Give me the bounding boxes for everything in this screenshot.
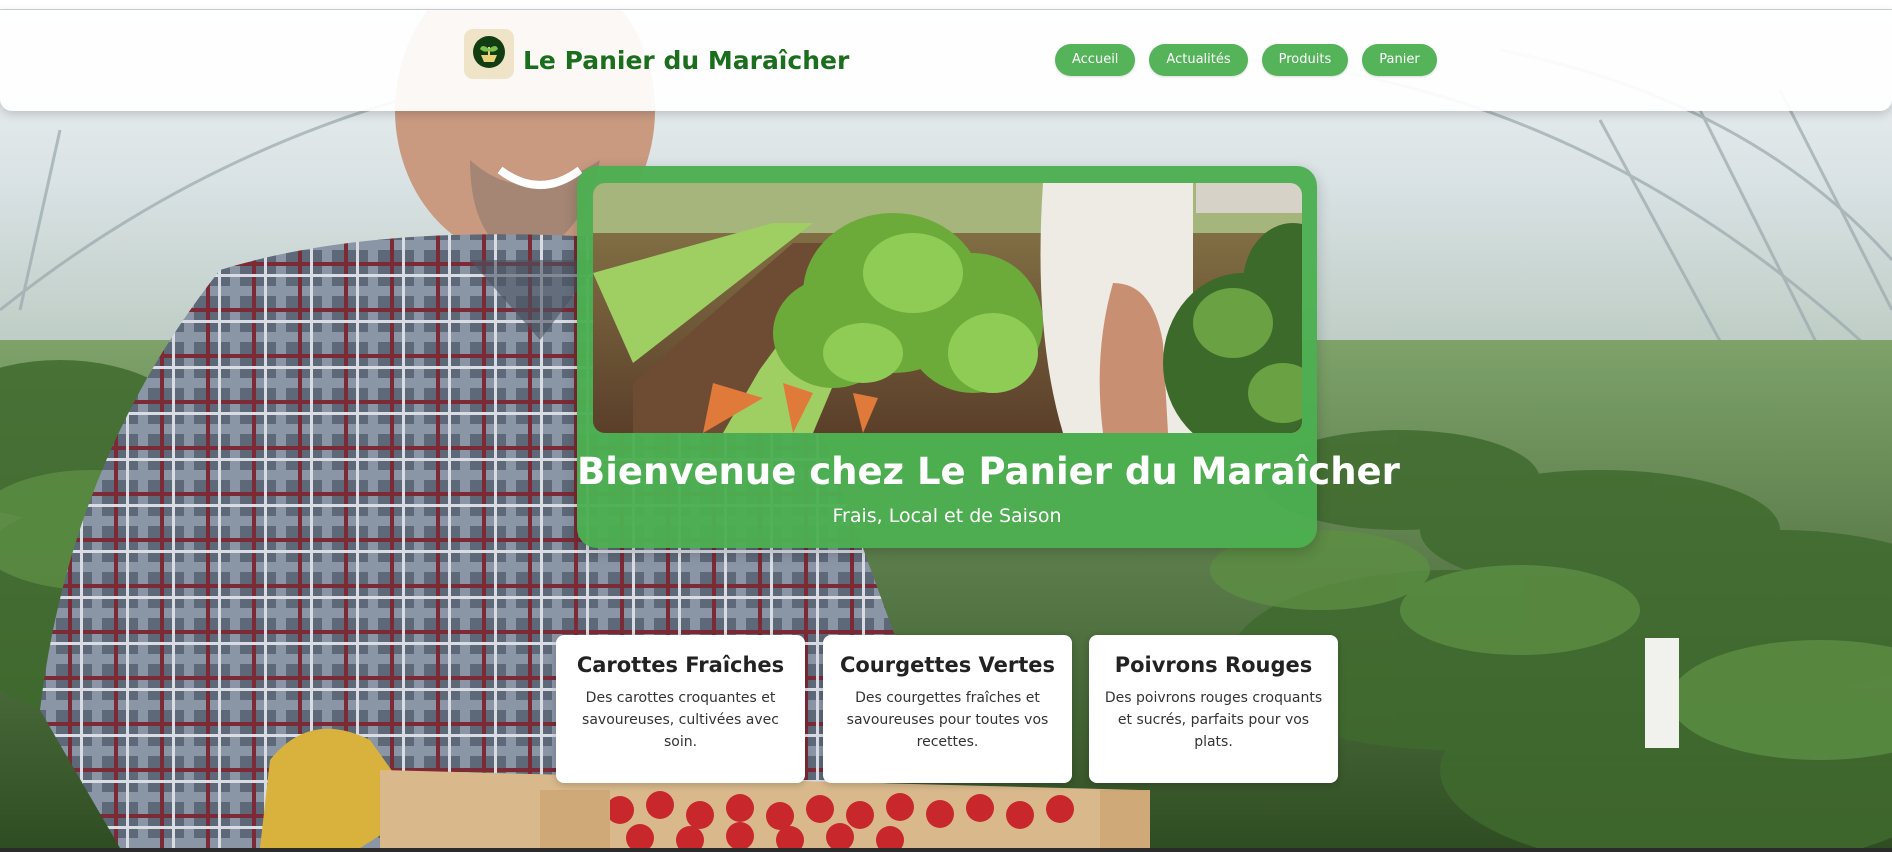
leaf-basket-icon — [472, 35, 506, 73]
nav-produits[interactable]: Produits — [1261, 44, 1349, 76]
site-header: Le Panier du Maraîcher Accueil Actualité… — [0, 10, 1892, 111]
logo[interactable] — [464, 29, 514, 79]
product-description: Des poivrons rouges croquants et sucrés,… — [1104, 690, 1323, 750]
product-title: Poivrons Rouges — [1114, 653, 1313, 677]
nav-actualites[interactable]: Actualités — [1149, 44, 1248, 76]
browser-bottom-edge — [0, 848, 1892, 852]
site-title[interactable]: Le Panier du Maraîcher — [523, 46, 849, 75]
nav-accueil[interactable]: Accueil — [1055, 44, 1136, 76]
product-description: Des carottes croquantes et savoureuses, … — [582, 690, 779, 750]
product-description: Des courgettes fraîches et savoureuses p… — [846, 690, 1049, 750]
welcome-image — [593, 183, 1302, 433]
welcome-title: Bienvenue chez Le Panier du Maraîcher — [577, 450, 1400, 493]
page: Le Panier du Maraîcher Accueil Actualité… — [0, 0, 1892, 852]
browser-top-edge — [0, 0, 1892, 10]
product-title: Courgettes Vertes — [839, 653, 1056, 677]
product-card-courgettes[interactable]: Courgettes Vertes Des courgettes fraîche… — [823, 635, 1072, 783]
welcome-card: Bienvenue chez Le Panier du Maraîcher Fr… — [577, 166, 1400, 548]
product-card-poivrons[interactable]: Poivrons Rouges Des poivrons rouges croq… — [1089, 635, 1338, 783]
welcome-subtitle: Frais, Local et de Saison — [832, 505, 1062, 527]
nav-panier[interactable]: Panier — [1362, 44, 1437, 76]
product-title: Carottes Fraîches — [576, 653, 785, 677]
main-nav: Accueil Actualités Produits Panier — [1055, 44, 1437, 76]
product-card-carottes[interactable]: Carottes Fraîches Des carottes croquante… — [556, 635, 805, 783]
